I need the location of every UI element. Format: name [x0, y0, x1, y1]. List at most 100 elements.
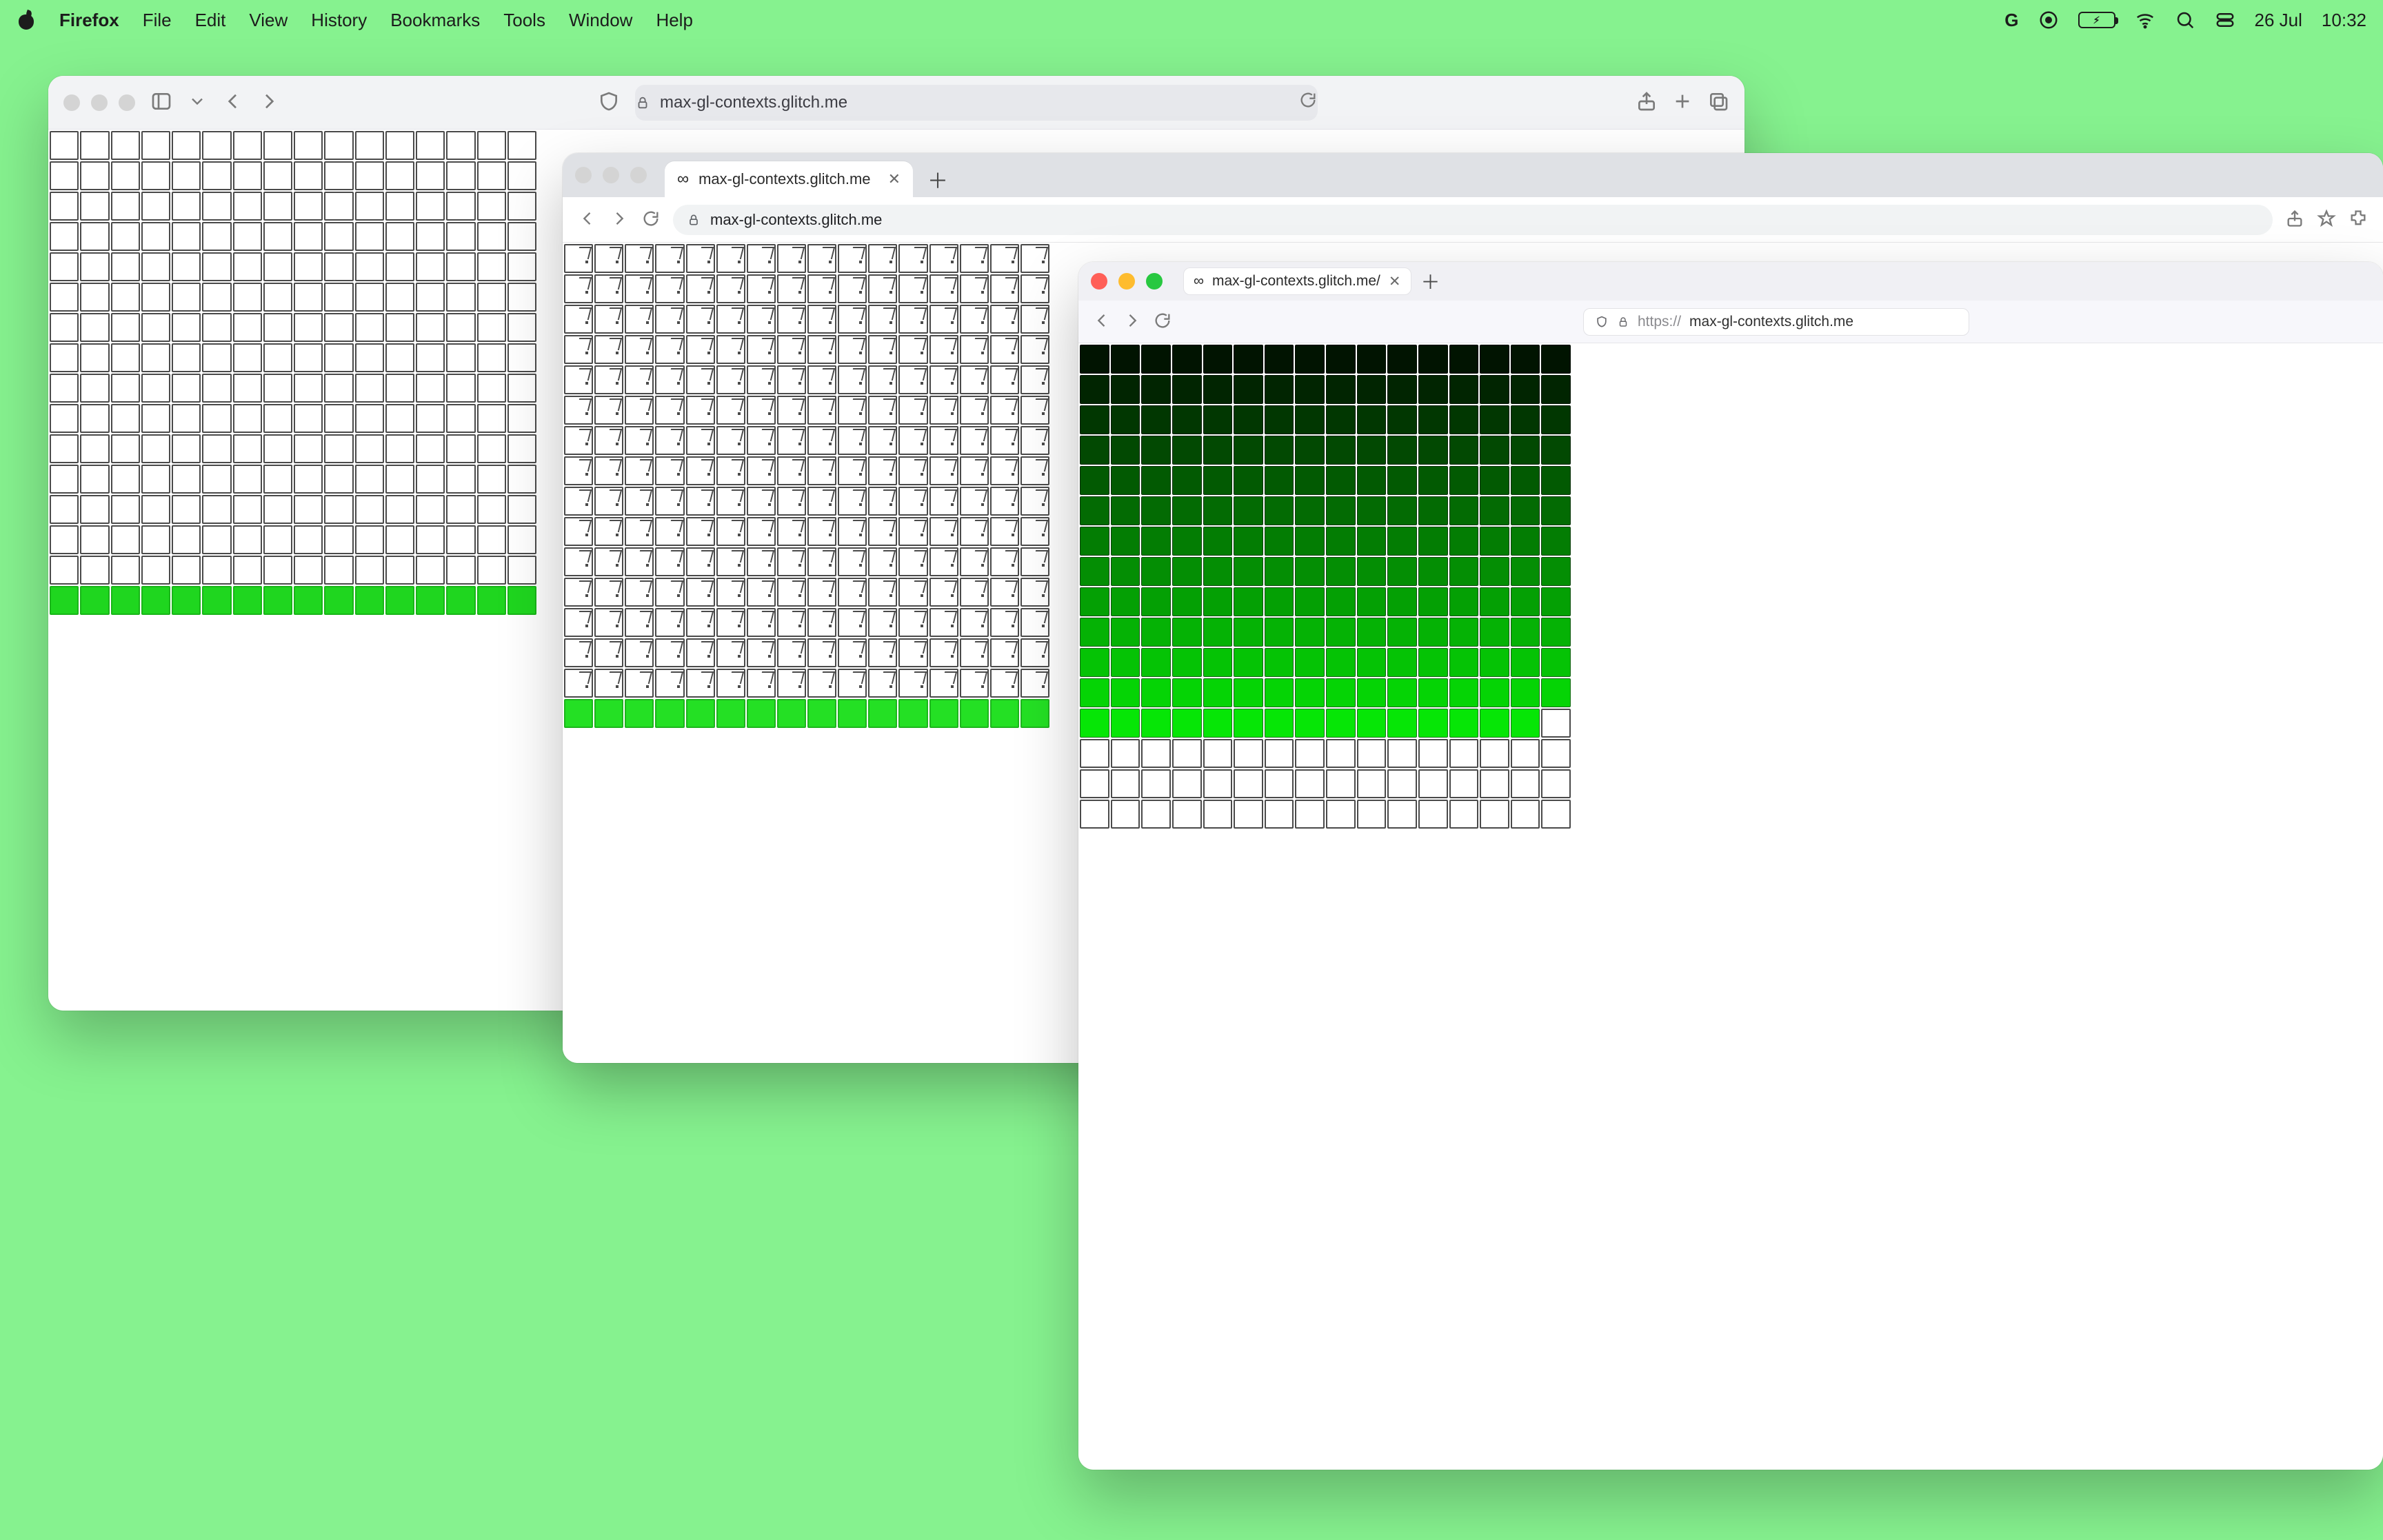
menu-window[interactable]: Window [569, 10, 632, 31]
chrome-active-tab[interactable]: ∞ max-gl-contexts.glitch.me ✕ [665, 161, 913, 197]
chevron-down-icon[interactable] [188, 92, 207, 113]
menu-tools[interactable]: Tools [503, 10, 545, 31]
grid-cell [50, 434, 79, 463]
traffic-close-icon[interactable] [575, 167, 592, 183]
grid-cell [1418, 587, 1448, 616]
menu-help[interactable]: Help [656, 10, 692, 31]
grid-cell [446, 374, 475, 403]
grid-cell [655, 638, 684, 667]
menu-file[interactable]: File [143, 10, 172, 31]
menubar-date[interactable]: 26 Jul [2255, 10, 2302, 31]
firefox-traffic-lights[interactable] [1091, 273, 1163, 290]
chrome-address-bar[interactable]: max-gl-contexts.glitch.me [673, 205, 2273, 235]
grid-cell [1387, 709, 1417, 738]
menu-edit[interactable]: Edit [195, 10, 226, 31]
tab-overview-icon[interactable] [1707, 90, 1729, 114]
menu-bookmarks[interactable]: Bookmarks [390, 10, 480, 31]
google-status-icon[interactable]: G [2004, 10, 2018, 31]
grid-cell [294, 131, 323, 160]
control-center-icon[interactable] [2215, 10, 2235, 30]
grid-cell [1172, 466, 1202, 495]
reload-icon[interactable] [1298, 90, 1318, 114]
grid-cell [898, 517, 927, 546]
spotlight-search-icon[interactable] [2175, 10, 2195, 30]
firefox-new-tab-button[interactable]: ＋ [1421, 267, 1440, 295]
grid-cell [1480, 800, 1509, 829]
grid-cell [990, 456, 1019, 485]
sidebar-toggle-icon[interactable] [150, 90, 172, 114]
grid-cell [1541, 709, 1571, 738]
screen-record-icon[interactable] [2038, 10, 2059, 30]
grid-cell [355, 434, 384, 463]
wifi-icon[interactable] [2135, 10, 2155, 30]
battery-status-icon[interactable]: ⚡︎ [2078, 12, 2115, 28]
extensions-puzzle-icon[interactable] [2349, 209, 2368, 230]
grid-cell [446, 313, 475, 342]
chrome-tab-strip: ∞ max-gl-contexts.glitch.me ✕ ＋ [563, 153, 2383, 197]
traffic-zoom-icon[interactable] [630, 167, 647, 183]
grid-cell [141, 343, 170, 372]
grid-cell [385, 404, 414, 433]
firefox-address-bar[interactable]: https://max-gl-contexts.glitch.me [1583, 308, 1969, 336]
back-button[interactable] [222, 90, 244, 114]
grid-cell [1265, 375, 1294, 404]
back-button[interactable] [1092, 311, 1112, 332]
new-tab-icon[interactable] [1671, 90, 1693, 114]
safari-traffic-lights[interactable] [63, 94, 135, 111]
grid-cell [1172, 769, 1202, 798]
forward-button[interactable] [258, 90, 280, 114]
traffic-minimize-icon[interactable] [91, 94, 108, 111]
reload-icon[interactable] [1153, 311, 1172, 332]
back-button[interactable] [578, 209, 597, 230]
grid-cell [172, 556, 201, 585]
close-tab-icon[interactable]: ✕ [1389, 273, 1401, 290]
forward-button[interactable] [610, 209, 629, 230]
traffic-close-icon[interactable] [1091, 273, 1107, 290]
grid-cell [990, 669, 1019, 698]
share-icon[interactable] [1636, 90, 1658, 114]
grid-cell [233, 343, 262, 372]
menu-view[interactable]: View [249, 10, 288, 31]
chrome-traffic-lights[interactable] [575, 167, 647, 183]
safari-address-bar[interactable]: max-gl-contexts.glitch.me [635, 85, 1318, 121]
grid-cell [507, 192, 536, 221]
grid-cell [1449, 375, 1479, 404]
grid-cell [1234, 769, 1263, 798]
close-tab-icon[interactable]: ✕ [888, 170, 901, 188]
forward-button[interactable] [1123, 311, 1142, 332]
reload-icon[interactable] [641, 209, 661, 230]
bookmark-star-icon[interactable] [2317, 209, 2336, 230]
grid-cell [477, 374, 506, 403]
menubar-app-name[interactable]: Firefox [59, 10, 119, 31]
traffic-zoom-icon[interactable] [1146, 273, 1163, 290]
grid-cell [960, 487, 989, 516]
grid-cell [1418, 739, 1448, 768]
grid-cell [655, 305, 684, 334]
grid-cell [686, 547, 715, 576]
chrome-new-tab-button[interactable]: ＋ [923, 164, 953, 194]
grid-cell [1326, 557, 1356, 586]
menubar-time[interactable]: 10:32 [2322, 10, 2366, 31]
grid-cell [385, 434, 414, 463]
grid-cell [1541, 557, 1571, 586]
traffic-close-icon[interactable] [63, 94, 80, 111]
menu-history[interactable]: History [311, 10, 367, 31]
grid-cell [868, 547, 897, 576]
grid-cell [868, 244, 897, 273]
share-icon[interactable] [2285, 209, 2304, 230]
grid-cell [929, 426, 958, 455]
grid-cell [1480, 678, 1509, 707]
grid-cell [1387, 527, 1417, 556]
privacy-shield-icon[interactable] [598, 90, 620, 114]
grid-cell [1265, 648, 1294, 677]
grid-cell [111, 283, 140, 312]
firefox-active-tab[interactable]: ∞ max-gl-contexts.glitch.me/ ✕ [1183, 267, 1411, 295]
grid-cell [716, 517, 745, 546]
traffic-minimize-icon[interactable] [1118, 273, 1135, 290]
grid-cell [263, 586, 292, 615]
traffic-minimize-icon[interactable] [603, 167, 619, 183]
apple-logo-icon[interactable] [17, 10, 36, 30]
grid-cell [1234, 739, 1263, 768]
traffic-zoom-icon[interactable] [119, 94, 135, 111]
grid-cell [324, 525, 353, 554]
